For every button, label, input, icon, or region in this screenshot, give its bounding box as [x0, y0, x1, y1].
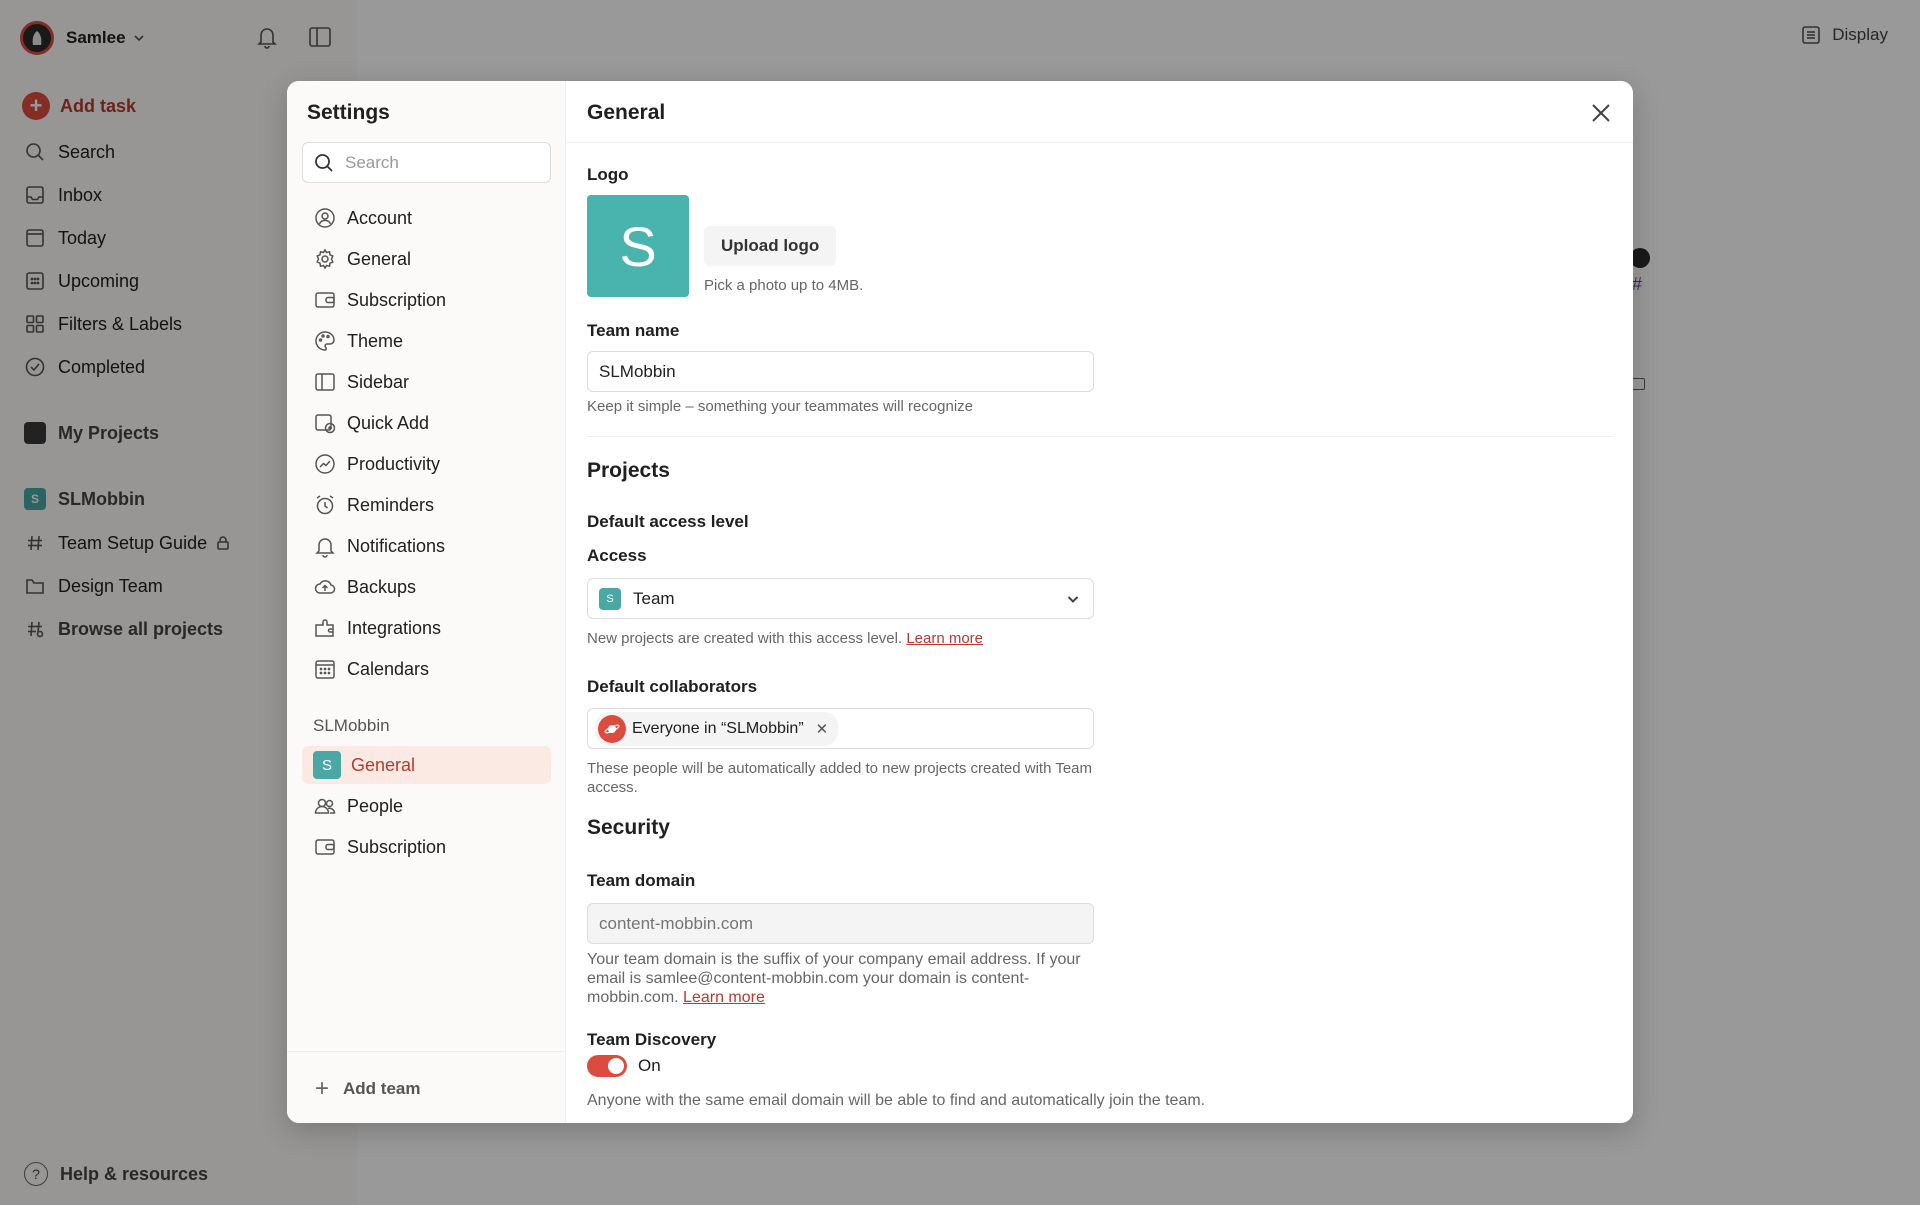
sidebar-icon: [315, 373, 335, 391]
settings-item-label: Account: [347, 207, 413, 228]
settings-item-quick-add[interactable]: Quick Add: [302, 404, 551, 442]
add-team-label: Add team: [343, 1079, 421, 1098]
team-discovery-toggle[interactable]: [587, 1055, 627, 1077]
settings-item-integrations[interactable]: Integrations: [302, 609, 551, 647]
access-select[interactable]: S Team: [587, 578, 1094, 619]
team-name-hint: Keep it simple – something your teammate…: [587, 398, 974, 415]
settings-item-sidebar[interactable]: Sidebar: [302, 363, 551, 401]
search-icon: [315, 153, 333, 172]
gear-icon: [316, 248, 334, 270]
settings-item-team-people[interactable]: People: [302, 787, 551, 825]
settings-item-label: Integrations: [347, 617, 442, 638]
upload-logo-button[interactable]: Upload logo: [704, 226, 837, 266]
learn-more-link[interactable]: Learn more: [906, 630, 983, 647]
settings-item-backups[interactable]: Backups: [302, 568, 551, 606]
settings-item-team-subscription[interactable]: Subscription: [302, 828, 551, 866]
settings-item-label: Calendars: [347, 658, 430, 679]
remove-chip-icon[interactable]: ✕: [816, 720, 829, 738]
chevron-down-icon: [1067, 596, 1079, 603]
settings-item-label: Theme: [347, 330, 404, 351]
team-domain-hint: Your team domain is the suffix of your c…: [587, 950, 1102, 1007]
projects-heading: Projects: [587, 459, 670, 482]
close-icon: [1592, 104, 1610, 122]
settings-item-label: Quick Add: [347, 412, 430, 433]
settings-item-productivity[interactable]: Productivity: [302, 445, 551, 483]
settings-item-notifications[interactable]: Notifications: [302, 527, 551, 565]
content-header: General: [567, 81, 1633, 143]
settings-item-general[interactable]: General: [302, 240, 551, 278]
settings-search-input[interactable]: [345, 152, 525, 173]
settings-item-theme[interactable]: Theme: [302, 322, 551, 360]
settings-item-account[interactable]: Account: [302, 199, 551, 237]
default-collaborators-label: Default collaborators: [587, 677, 758, 696]
settings-item-label: Productivity: [347, 453, 441, 474]
plug-icon: [315, 619, 334, 637]
plus-icon: +: [315, 1075, 330, 1102]
settings-item-calendars[interactable]: Calendars: [302, 650, 551, 688]
team-domain-input[interactable]: [587, 903, 1094, 944]
settings-item-subscription[interactable]: Subscription: [302, 281, 551, 319]
team-logo: S: [599, 587, 621, 610]
page-title: General: [587, 101, 666, 124]
collaborators-field[interactable]: Everyone in “SLMobbin” ✕: [587, 708, 1094, 749]
settings-search[interactable]: [302, 142, 551, 183]
calendar-icon: [315, 660, 335, 679]
access-label: Access: [587, 546, 647, 565]
collaborator-chip-label: Everyone in “SLMobbin”: [632, 719, 804, 737]
settings-item-team-general[interactable]: S General: [302, 746, 551, 784]
upload-hint: Pick a photo up to 4MB.: [704, 277, 864, 294]
people-icon: [314, 798, 336, 814]
settings-item-label: Reminders: [347, 494, 435, 515]
settings-title: Settings: [307, 101, 390, 124]
add-team-button[interactable]: + Add team: [315, 1077, 420, 1101]
settings-item-label: Sidebar: [347, 371, 410, 392]
collaborator-chip: Everyone in “SLMobbin” ✕: [595, 711, 839, 746]
cloud-icon: [314, 580, 336, 594]
alarm-icon: [316, 495, 334, 515]
access-value: Team: [633, 588, 675, 608]
access-hint: New projects are created with this acces…: [587, 629, 1102, 648]
learn-more-link[interactable]: Learn more: [683, 989, 765, 1006]
team-discovery-hint: Anyone with the same email domain will b…: [587, 1092, 1206, 1109]
settings-content: General Logo S Upload logo Pick a photo …: [567, 81, 1633, 1123]
settings-item-label: Backups: [347, 576, 417, 597]
planet-icon: [598, 714, 626, 743]
settings-item-reminders[interactable]: Reminders: [302, 486, 551, 524]
access-hint-text: New projects are created with this acces…: [587, 630, 903, 647]
wallet-icon: [315, 292, 335, 308]
settings-item-label: Subscription: [347, 836, 447, 857]
team-name-label: Team name: [587, 321, 680, 340]
settings-item-label: Subscription: [347, 289, 447, 310]
collaborators-hint: These people will be automatically added…: [587, 760, 1093, 796]
team-discovery-label: Team Discovery: [587, 1030, 717, 1049]
settings-modal: Settings Account General Subscription Th…: [287, 81, 1633, 1123]
quick-add-icon: [315, 414, 336, 434]
bell-icon: [315, 538, 335, 558]
sidebar-divider: [287, 1051, 565, 1052]
close-button[interactable]: [1587, 99, 1615, 127]
security-heading: Security: [587, 816, 670, 839]
user-circle-icon: [315, 208, 335, 228]
team-discovery-toggle-row[interactable]: On: [587, 1055, 661, 1077]
team-domain-label: Team domain: [587, 871, 696, 890]
logo-label: Logo: [587, 165, 629, 184]
section-divider: [587, 436, 1613, 437]
wallet-icon: [315, 839, 335, 855]
palette-icon: [315, 331, 335, 351]
settings-team-heading: SLMobbin: [313, 716, 390, 735]
chart-icon: [315, 454, 335, 474]
team-domain-hint-text: Your team domain is the suffix of your c…: [587, 951, 1081, 1006]
default-access-label: Default access level: [587, 512, 749, 531]
team-logo: S: [313, 751, 341, 779]
settings-item-label: Notifications: [347, 535, 446, 556]
toggle-state: On: [638, 1056, 661, 1075]
settings-item-label: General: [347, 248, 412, 269]
team-name-input[interactable]: [587, 351, 1094, 392]
settings-sidebar: Settings Account General Subscription Th…: [287, 81, 566, 1123]
team-logo-preview: S: [587, 195, 689, 297]
settings-item-label: General: [351, 754, 416, 775]
settings-item-label: People: [347, 795, 404, 816]
